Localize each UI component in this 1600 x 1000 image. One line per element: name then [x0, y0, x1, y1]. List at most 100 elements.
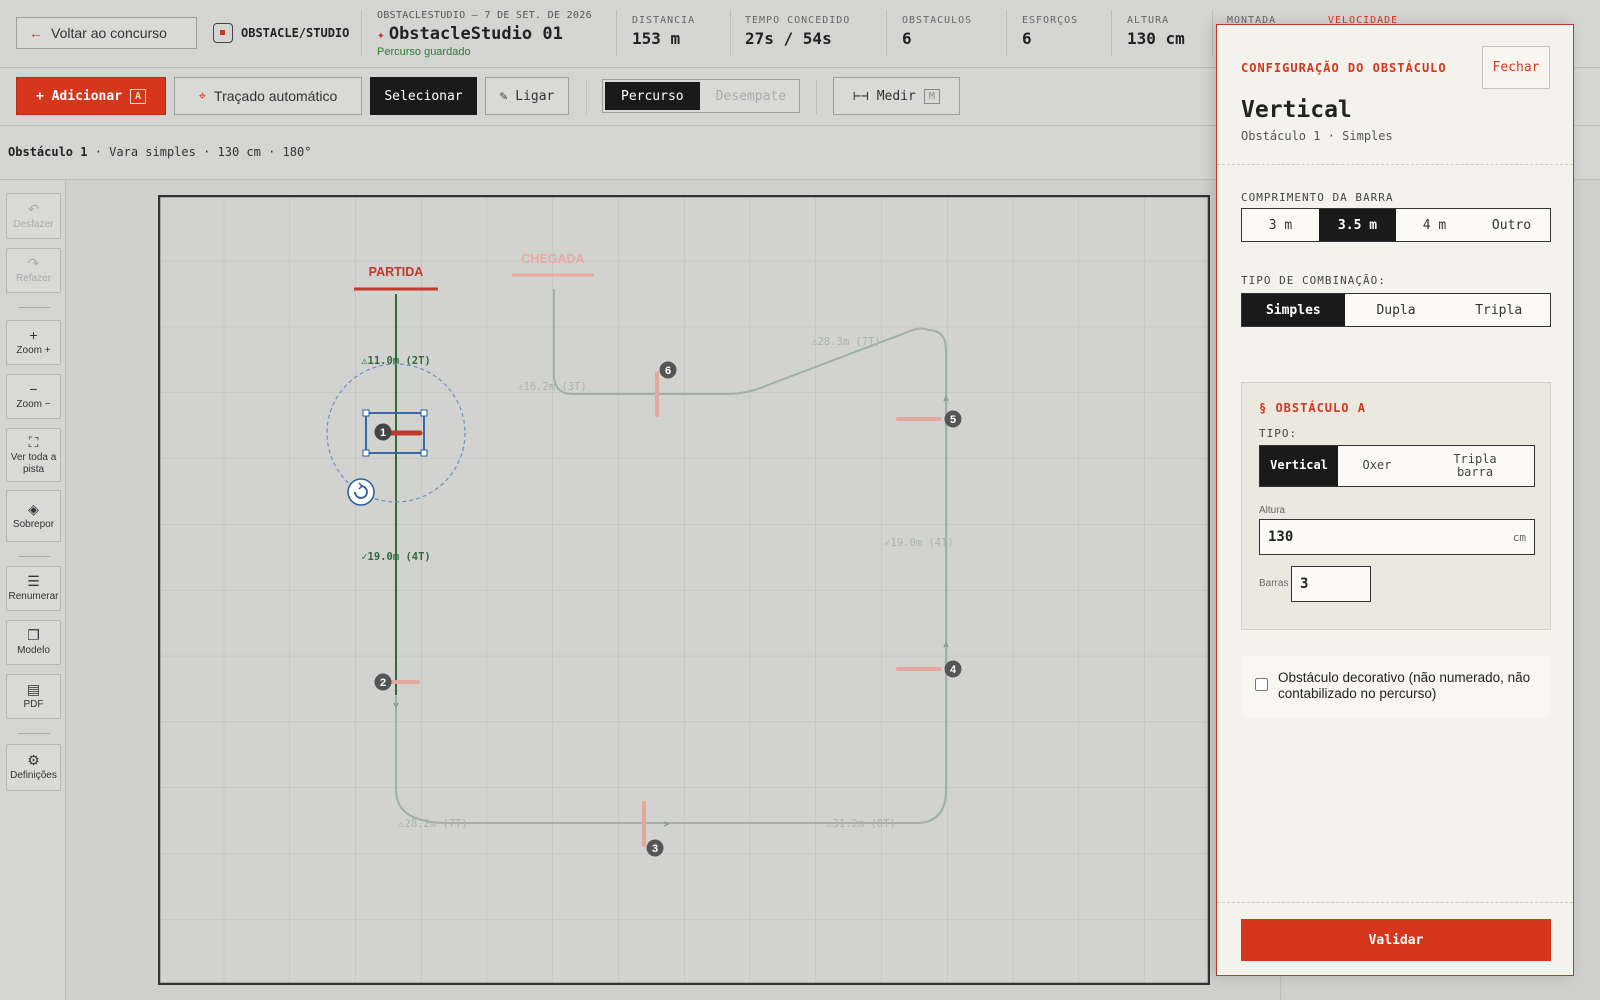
shortcut-key: A — [130, 88, 147, 104]
stat-label: OBSTACULOS — [902, 15, 973, 26]
obstacle-number: 3 — [652, 843, 658, 855]
brand-name: OBSTACLE/STUDIO — [241, 26, 350, 40]
decorative-label: Obstáculo decorativo (não numerado, não … — [1278, 670, 1531, 702]
divider — [730, 10, 731, 56]
add-obstacle-button[interactable]: + Adicionar A — [16, 77, 166, 115]
resize-handle[interactable] — [420, 449, 428, 457]
redo-button[interactable]: ↷ Refazer — [6, 248, 61, 293]
pdf-label: PDF — [23, 699, 44, 711]
bars-field[interactable]: 3 — [1291, 566, 1371, 602]
bar-length-option[interactable]: 3.5 m — [1319, 209, 1396, 241]
arena[interactable]: PARTIDA CHEGADA ⚠11.0m (2T) ✓19.0m (4T) … — [158, 195, 1210, 985]
segment-label: ⚠16.2m (3T) — [517, 381, 587, 393]
resize-handle[interactable] — [420, 409, 428, 417]
segment-label: ⚠11.0m (2T) — [361, 355, 431, 367]
resize-handle[interactable] — [362, 409, 370, 417]
obstacle-number: 5 — [950, 414, 956, 426]
star-icon: ✦ — [377, 28, 385, 43]
template-button[interactable]: ❐ Modelo — [6, 620, 61, 665]
minus-icon: − — [29, 381, 38, 398]
combination-selector: Simples Dupla Tripla — [1241, 293, 1551, 327]
undo-button[interactable]: ↶ Desfazer — [6, 193, 61, 239]
bars-label: Barras — [1259, 578, 1289, 589]
mode-tabs: Percurso Desempate — [602, 79, 800, 113]
plus-icon: + — [29, 327, 38, 344]
stat-label: ESFORÇOS — [1022, 15, 1079, 26]
decorative-checkbox[interactable] — [1255, 678, 1268, 691]
redo-label: Refazer — [15, 273, 51, 285]
type-label: TIPO: — [1259, 427, 1298, 440]
type-option[interactable]: Tripla barra — [1416, 446, 1534, 486]
obstacle-number: 4 — [950, 664, 957, 676]
add-label: + Adicionar — [35, 88, 123, 104]
tab-jumpoff[interactable]: Desempate — [700, 82, 802, 110]
selected-obstacle-name: Obstáculo 1 — [8, 145, 88, 159]
back-label: Voltar ao concurso — [51, 25, 167, 41]
zoom-out-button[interactable]: − Zoom − — [6, 374, 61, 419]
divider — [816, 80, 817, 114]
type-option[interactable]: Oxer — [1338, 446, 1416, 486]
brand[interactable]: OBSTACLE/STUDIO — [213, 23, 349, 43]
divider — [361, 10, 362, 56]
panel-title: Vertical — [1241, 97, 1352, 123]
combination-option[interactable]: Dupla — [1345, 294, 1448, 326]
redo-icon: ↷ — [27, 255, 40, 272]
stat-label: ALTURA — [1127, 15, 1170, 26]
bar-length-label: COMPRIMENTO DA BARRA — [1241, 191, 1394, 204]
bar-length-selector: 3 m 3.5 m 4 m Outro — [1241, 208, 1551, 242]
obstacle-a-section: § OBSTÁCULO A TIPO: Vertical Oxer Tripla… — [1241, 382, 1551, 630]
overlay-button[interactable]: ◈ Sobrepor — [6, 490, 61, 542]
document-title[interactable]: ✦ ObstacleStudio 01 — [377, 24, 592, 44]
segment-label: ⚠28.3m (7T) — [811, 336, 881, 348]
document-title-text: ObstacleStudio 01 — [388, 24, 563, 44]
settings-button[interactable]: ⚙ Definições — [6, 744, 61, 791]
type-option[interactable]: Vertical — [1260, 446, 1338, 486]
select-label: Selecionar — [384, 88, 463, 104]
stat-value: 6 — [902, 29, 912, 48]
obstacle-type-selector: Vertical Oxer Tripla barra — [1259, 445, 1535, 487]
divider — [18, 556, 50, 557]
tab-course[interactable]: Percurso — [605, 82, 700, 110]
link-tool-button[interactable]: ✎ Ligar — [485, 77, 569, 115]
divider — [616, 10, 617, 56]
document-meta: OBSTACLESTUDIO — 7 DE SET. DE 2026 ✦ Obst… — [377, 10, 592, 58]
copy-icon: ❐ — [27, 627, 40, 644]
pdf-button[interactable]: ▤ PDF — [6, 674, 61, 719]
pdf-file-icon: ▤ — [26, 681, 41, 698]
zoom-out-label: Zoom − — [16, 399, 51, 411]
auto-layout-label: Traçado automático — [214, 88, 338, 104]
validate-button[interactable]: Validar — [1241, 919, 1551, 961]
ruler-icon: ⊢⊣ — [853, 88, 869, 104]
obstacle-config-panel: CONFIGURAÇÃO DO OBSTÁCULO Fechar Vertica… — [1216, 24, 1574, 976]
divider — [886, 10, 887, 56]
obstacle-number: 2 — [380, 677, 386, 689]
decorative-option[interactable]: Obstáculo decorativo (não numerado, não … — [1241, 656, 1551, 718]
zoom-in-button[interactable]: + Zoom + — [6, 320, 61, 365]
segment-label: ⚠31.2m (8T) — [826, 818, 896, 830]
bar-length-option[interactable]: 3 m — [1242, 209, 1319, 241]
measure-label: Medir — [876, 88, 916, 104]
numbered-list-icon: ☰ — [27, 573, 40, 590]
fit-view-button[interactable]: ⛶ Ver toda a pista — [6, 428, 61, 482]
selection-info: Obstáculo 1 · Vara simples · 130 cm · 18… — [8, 145, 311, 159]
height-field[interactable]: 130 cm — [1259, 519, 1535, 555]
combination-option[interactable]: Simples — [1242, 294, 1345, 326]
divider — [1212, 10, 1213, 56]
measure-tool-button[interactable]: ⊢⊣ Medir M — [833, 77, 960, 115]
auto-layout-button[interactable]: ⌖ Traçado automático — [174, 77, 362, 115]
resize-handle[interactable] — [362, 449, 370, 457]
obstacle-number: 1 — [380, 427, 386, 439]
back-to-competition-button[interactable]: ← Voltar ao concurso — [16, 17, 197, 49]
select-tool-button[interactable]: Selecionar — [370, 77, 477, 115]
combination-option[interactable]: Tripla — [1447, 294, 1550, 326]
close-button[interactable]: Fechar — [1482, 46, 1550, 89]
rotate-handle[interactable] — [347, 478, 375, 506]
stat-height: ALTURA 130 cm — [1127, 15, 1185, 48]
bar-length-option[interactable]: 4 m — [1396, 209, 1473, 241]
divider — [586, 80, 587, 114]
finish-label: CHEGADA — [521, 252, 584, 266]
renumber-button[interactable]: ☰ Renumerar — [6, 566, 61, 611]
shortcut-key: M — [923, 88, 940, 104]
bar-length-option[interactable]: Outro — [1473, 209, 1550, 241]
panel-header: CONFIGURAÇÃO DO OBSTÁCULO Fechar Vertica… — [1217, 25, 1573, 165]
